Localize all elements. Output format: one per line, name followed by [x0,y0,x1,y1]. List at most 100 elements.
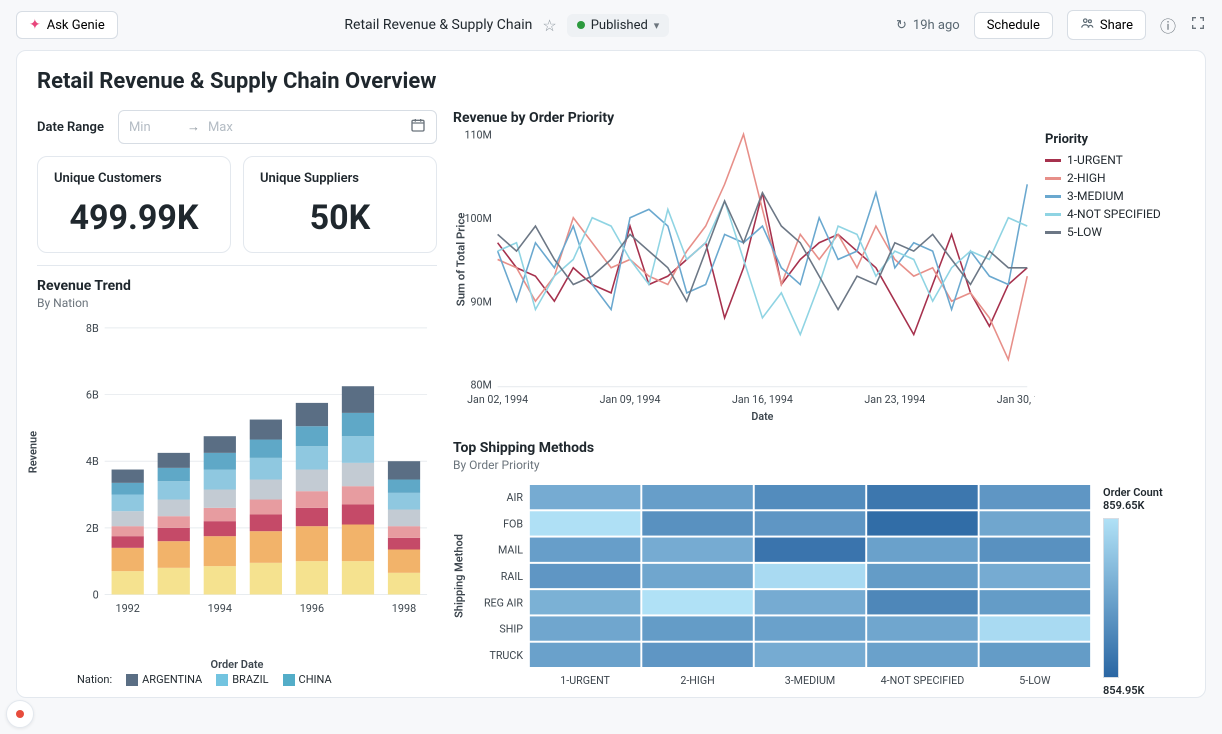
svg-text:Shipping Method: Shipping Method [453,534,466,618]
svg-text:1992: 1992 [115,602,139,615]
info-icon[interactable]: ⓘ [1160,13,1176,37]
right-column: Revenue by Order Priority 80M 90M 100M 110M… [453,110,1185,697]
share-button[interactable]: Share [1067,10,1146,40]
shipping-heatmap-svg: Shipping Method AIR FOB MAIL RAIL REG AIR SHIP… [453,480,1095,690]
refresh-button[interactable]: ↻ 19h ago [896,18,960,33]
legend-item: ARGENTINA [126,673,202,686]
svg-text:4B: 4B [86,455,99,468]
svg-text:2B: 2B [86,522,99,535]
svg-text:REG AIR: REG AIR [484,596,523,609]
ask-genie-label: Ask Genie [47,18,105,33]
svg-text:4-NOT SPECIFIED: 4-NOT SPECIFIED [881,674,965,687]
chart-title: Revenue by Order Priority [453,110,1185,126]
legend-item: 3-MEDIUM [1045,189,1185,203]
date-min-input[interactable] [129,120,179,135]
svg-text:Date: Date [751,409,773,422]
stat-label: Unique Customers [54,171,214,186]
legend-item: 2-HIGH [1045,171,1185,185]
svg-text:TRUCK: TRUCK [489,649,523,662]
header-center: Retail Revenue & Supply Chain ☆ Publishe… [130,14,884,37]
svg-text:Jan 30, 1994: Jan 30, 1994 [997,393,1035,406]
revenue-trend-card: Revenue Trend By Nation Revenue 02B4B6B8… [37,265,437,690]
svg-text:SHIP: SHIP [499,622,523,635]
x-axis-label: Order Date [37,658,437,671]
svg-text:MAIL: MAIL [498,544,523,557]
revenue-trend-svg: 0 2B 4B 6B 8B 1992 1994 1996 1998 [75,324,431,618]
legend-max: 859.65K [1103,499,1185,512]
revenue-trend-chart: Revenue 02B4B6B8B1992199419961998 [37,318,437,658]
legend-title: Priority [1045,132,1185,147]
priority-legend: Priority 1-URGENT 2-HIGH 3-MEDIUM 4-NOT … [1035,126,1185,426]
legend-item: BRAZIL [216,673,268,686]
arrow-right-icon: → [187,119,200,135]
shipping-methods-card: Top Shipping Methods By Order Priority S… [453,440,1185,697]
svg-text:Jan 16, 1994: Jan 16, 1994 [732,393,793,406]
status-label: Published [591,18,648,33]
sparkle-icon: ✦ [29,17,41,33]
notification-dot-icon [16,710,24,718]
svg-text:90M: 90M [471,295,492,308]
status-dot-icon [577,21,585,29]
stat-card-customers: Unique Customers 499.99K [37,156,231,253]
svg-text:1994: 1994 [208,602,232,615]
legend-title: Order Count [1103,486,1185,499]
legend-item: 1-URGENT [1045,153,1185,167]
chart-title: Top Shipping Methods [453,440,1185,456]
svg-text:3-MEDIUM: 3-MEDIUM [785,674,836,687]
stat-row: Unique Customers 499.99K Unique Supplier… [37,156,437,253]
legend-min: 854.95K [1103,684,1185,697]
svg-text:RAIL: RAIL [501,570,523,583]
svg-text:0: 0 [93,588,99,601]
star-icon[interactable]: ☆ [542,16,556,35]
svg-text:100M: 100M [465,212,492,225]
revenue-trend-legend: Nation: ARGENTINA BRAZIL CHINA [37,671,437,690]
main-card: Retail Revenue & Supply Chain Overview D… [16,50,1206,698]
page-title: Retail Revenue & Supply Chain Overview [37,69,1185,94]
chevron-down-icon: ▾ [654,19,660,32]
stat-label: Unique Suppliers [260,171,420,186]
publish-status-dropdown[interactable]: Published ▾ [567,14,670,37]
refresh-label: 19h ago [913,18,960,33]
stat-card-suppliers: Unique Suppliers 50K [243,156,437,253]
chart-subtitle: By Nation [37,296,437,310]
svg-text:Sum of Total Price: Sum of Total Price [455,213,468,307]
legend-item: CHINA [283,673,332,686]
legend-item: 4-NOT SPECIFIED [1045,207,1185,221]
svg-text:6B: 6B [86,389,99,402]
date-range-label: Date Range [37,120,104,135]
schedule-label: Schedule [987,18,1040,33]
svg-text:1998: 1998 [392,602,416,615]
svg-text:1996: 1996 [300,602,324,615]
schedule-button[interactable]: Schedule [974,12,1053,39]
top-bar: ✦ Ask Genie Retail Revenue & Supply Chai… [0,0,1222,50]
calendar-icon[interactable] [410,117,426,137]
legend-item: 5-LOW [1045,225,1185,239]
svg-text:1-URGENT: 1-URGENT [560,674,610,687]
ask-genie-button[interactable]: ✦ Ask Genie [16,11,118,39]
notification-bubble[interactable] [6,700,34,728]
date-range-input[interactable]: → [118,110,437,144]
people-icon [1080,16,1094,34]
colorscale-bar [1103,518,1119,678]
refresh-icon: ↻ [896,18,907,33]
left-column: Date Range → Unique Customers 499.99K Un… [37,110,437,697]
chart-title: Revenue Trend [37,278,437,294]
svg-text:110M: 110M [465,128,492,141]
y-axis-label: Revenue [27,431,40,473]
chart-subtitle: By Order Priority [453,458,1185,472]
svg-text:Jan 09, 1994: Jan 09, 1994 [600,393,661,406]
revenue-priority-svg: 80M90M100M110MSum of Total PriceJan 02, … [453,126,1035,426]
legend-title: Nation: [77,673,112,686]
svg-text:AIR: AIR [507,491,524,504]
date-range-filter: Date Range → [37,110,437,144]
heatmap-legend: Order Count 859.65K 854.95K [1095,480,1185,697]
svg-text:FOB: FOB [503,517,523,530]
stat-value: 499.99K [54,198,214,238]
header-tools: ↻ 19h ago Schedule Share ⓘ [896,10,1206,40]
svg-text:80M: 80M [471,378,492,391]
svg-text:8B: 8B [86,324,99,335]
fullscreen-icon[interactable] [1190,15,1206,35]
date-max-input[interactable] [208,120,258,135]
svg-text:Jan 23, 1994: Jan 23, 1994 [864,393,925,406]
dashboard-grid: Date Range → Unique Customers 499.99K Un… [37,110,1185,697]
